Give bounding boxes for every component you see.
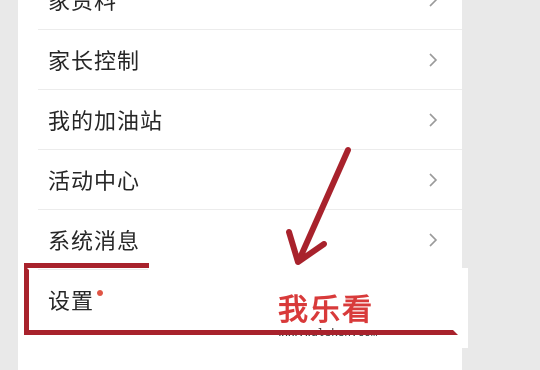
menu-item-activity-center[interactable]: 活动中心 [18, 150, 462, 210]
chevron-right-icon [429, 113, 438, 127]
chevron-right-icon [429, 53, 438, 67]
menu-item-profile[interactable]: 家资料 [18, 0, 462, 30]
chevron-right-icon [429, 173, 438, 187]
chevron-right-icon [429, 0, 438, 7]
menu-item-label: 家长控制 [48, 50, 141, 75]
menu-item-my-fuel-station[interactable]: 我的加油站 [18, 90, 462, 150]
menu-item-label: 家资料 [48, 0, 118, 15]
menu-item-label: 我的加油站 [48, 110, 164, 135]
menu-item-parental-control[interactable]: 家长控制 [18, 30, 462, 90]
menu-item-label: 系统消息 [48, 230, 141, 255]
chevron-right-icon [429, 233, 438, 247]
menu-item-system-messages[interactable]: 系统消息 [18, 210, 462, 270]
highlight-box [24, 265, 458, 335]
menu-item-label: 活动中心 [48, 170, 141, 195]
